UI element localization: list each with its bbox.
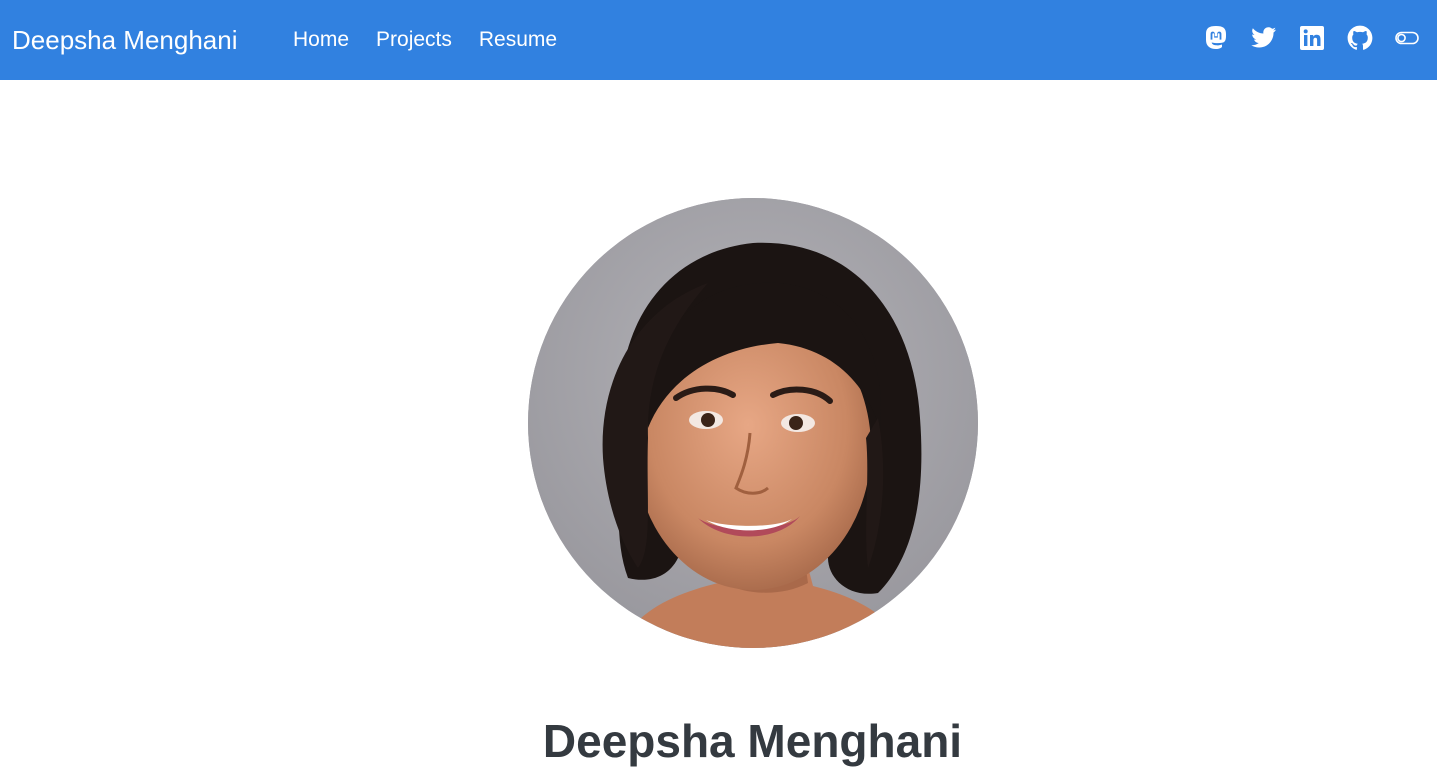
nav-link-home[interactable]: Home [293, 26, 349, 54]
navbar: Deepsha Menghani Home Projects Resume [0, 0, 1437, 80]
profile-photo [528, 198, 978, 648]
mastodon-icon[interactable] [1203, 25, 1229, 51]
site-brand[interactable]: Deepsha Menghani [12, 22, 238, 58]
nav-links: Home Projects Resume [293, 26, 557, 54]
profile-section: Deepsha Menghani [0, 80, 1437, 767]
nav-link-projects[interactable]: Projects [376, 26, 452, 54]
theme-toggle-icon[interactable] [1395, 25, 1419, 51]
github-icon[interactable] [1347, 25, 1373, 51]
profile-name: Deepsha Menghani [542, 714, 963, 767]
nav-link-resume[interactable]: Resume [479, 26, 557, 54]
social-icons [1203, 25, 1419, 51]
linkedin-icon[interactable] [1299, 25, 1325, 51]
twitter-icon[interactable] [1251, 25, 1277, 51]
